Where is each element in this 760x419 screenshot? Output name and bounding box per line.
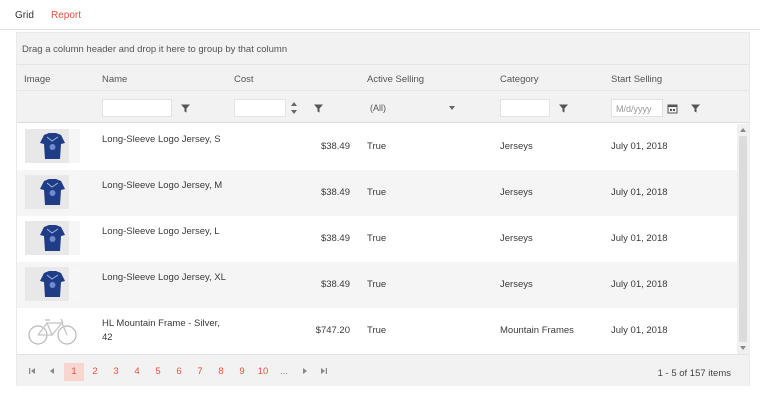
next-page-icon[interactable] — [301, 367, 309, 375]
product-cost: $38.49 — [320, 279, 350, 290]
active-selling-value: True — [367, 233, 387, 244]
previous-page-icon[interactable] — [48, 367, 56, 375]
grid-body: Long-Sleeve Logo Jersey, S $38.49 True J… — [17, 124, 737, 354]
column-header-image[interactable]: Image — [24, 74, 50, 85]
pager: 1 2 3 4 5 6 7 8 9 10 ... 1 - 5 of 157 it… — [17, 354, 749, 386]
product-cost: $38.49 — [320, 141, 350, 152]
page-5[interactable]: 5 — [149, 363, 167, 381]
table-row[interactable]: Long-Sleeve Logo Jersey, S $38.49 True J… — [17, 124, 737, 170]
calendar-icon[interactable] — [667, 103, 678, 114]
name-filter-funnel-icon[interactable] — [180, 103, 191, 114]
product-cost: $747.20 — [315, 325, 350, 336]
column-header-active-selling[interactable]: Active Selling — [367, 74, 424, 85]
category-value: Mountain Frames — [500, 325, 574, 336]
page-9[interactable]: 9 — [233, 363, 251, 381]
filter-row: (All) M/d/yyyy — [17, 91, 749, 123]
category-filter-input[interactable] — [500, 99, 550, 117]
column-header-category[interactable]: Category — [500, 74, 539, 85]
table-row[interactable]: HL Mountain Frame - Silver, 42 $747.20 T… — [17, 308, 737, 354]
chevron-down-icon — [449, 106, 455, 110]
active-selling-value: True — [367, 279, 387, 290]
start-selling-date: July 01, 2018 — [611, 279, 668, 290]
cost-filter-funnel-icon[interactable] — [313, 103, 324, 114]
page-2[interactable]: 2 — [86, 363, 104, 381]
first-page-icon[interactable] — [28, 367, 36, 375]
category-value: Jerseys — [500, 141, 533, 152]
data-grid: Drag a column header and drop it here to… — [16, 32, 750, 386]
category-value: Jerseys — [500, 187, 533, 198]
column-headers: Image Name Cost Active Selling Category … — [17, 65, 749, 91]
start-selling-date: July 01, 2018 — [611, 325, 668, 336]
table-row[interactable]: Long-Sleeve Logo Jersey, M $38.49 True J… — [17, 170, 737, 216]
pager-info: 1 - 5 of 157 items — [657, 368, 731, 379]
scroll-down-icon[interactable] — [740, 346, 746, 350]
column-header-start-selling[interactable]: Start Selling — [611, 74, 662, 85]
scrollbar-thumb[interactable] — [739, 136, 747, 342]
start-selling-date: July 01, 2018 — [611, 141, 668, 152]
page-8[interactable]: 8 — [212, 363, 230, 381]
cost-filter-input[interactable] — [234, 99, 286, 117]
active-selling-value: True — [367, 325, 387, 336]
category-filter-funnel-icon[interactable] — [558, 103, 569, 114]
scroll-up-icon[interactable] — [740, 128, 746, 132]
group-panel[interactable]: Drag a column header and drop it here to… — [17, 33, 749, 65]
last-page-icon[interactable] — [320, 367, 328, 375]
start-selling-date: July 01, 2018 — [611, 187, 668, 198]
page-3[interactable]: 3 — [107, 363, 125, 381]
page-6[interactable]: 6 — [170, 363, 188, 381]
product-cost: $38.49 — [320, 233, 350, 244]
table-row[interactable]: Long-Sleeve Logo Jersey, L $38.49 True J… — [17, 216, 737, 262]
group-panel-hint: Drag a column header and drop it here to… — [22, 44, 288, 55]
tab-strip: Grid Report — [0, 0, 760, 30]
date-placeholder: M/d/yyyy — [616, 104, 652, 114]
column-header-name[interactable]: Name — [102, 74, 127, 85]
active-selling-filter-value: (All) — [370, 103, 386, 113]
active-selling-value: True — [367, 187, 387, 198]
active-selling-filter-dropdown[interactable]: (All) — [367, 99, 461, 117]
start-selling-date-input[interactable]: M/d/yyyy — [611, 99, 663, 117]
active-selling-value: True — [367, 141, 387, 152]
name-filter-input[interactable] — [102, 99, 172, 117]
tab-grid[interactable]: Grid — [15, 10, 34, 21]
column-header-cost[interactable]: Cost — [234, 74, 254, 85]
start-selling-date: July 01, 2018 — [611, 233, 668, 244]
vertical-scrollbar[interactable] — [737, 124, 750, 354]
page-more[interactable]: ... — [275, 363, 293, 381]
product-cost: $38.49 — [320, 187, 350, 198]
page-10[interactable]: 10 — [253, 363, 273, 381]
start-selling-filter-funnel-icon[interactable] — [690, 103, 701, 114]
table-row[interactable]: Long-Sleeve Logo Jersey, XL $38.49 True … — [17, 262, 737, 308]
cost-spinner-icon[interactable] — [290, 100, 298, 116]
page-4[interactable]: 4 — [128, 363, 146, 381]
category-value: Jerseys — [500, 279, 533, 290]
tab-report[interactable]: Report — [51, 10, 81, 21]
page-7[interactable]: 7 — [191, 363, 209, 381]
category-value: Jerseys — [500, 233, 533, 244]
page-1[interactable]: 1 — [64, 363, 84, 381]
